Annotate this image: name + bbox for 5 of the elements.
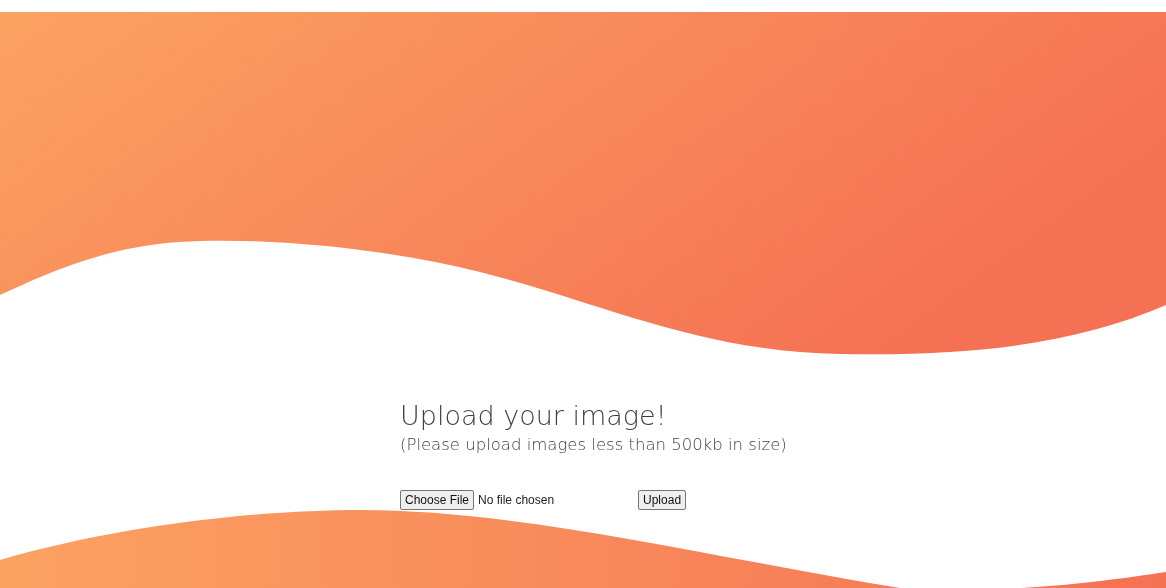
page-heading: Upload your image! — [400, 400, 668, 432]
upload-button[interactable]: Upload — [638, 490, 687, 510]
size-hint: (Please upload images less than 500kb in size) — [400, 434, 788, 456]
file-status: No file chosen — [478, 493, 556, 507]
choose-file-button[interactable]: Choose File — [400, 490, 475, 510]
